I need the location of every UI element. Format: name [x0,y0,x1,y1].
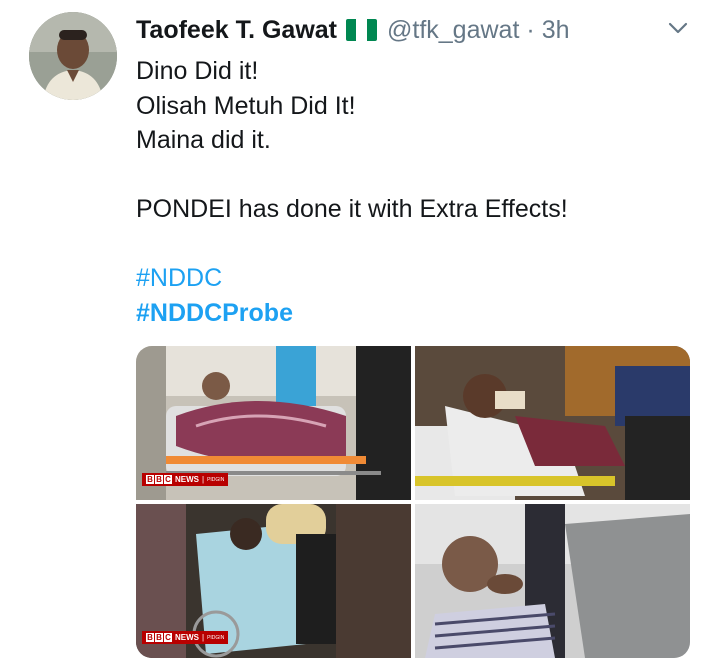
badge-letter: B [155,475,163,484]
bbc-news-badge: B B C NEWS | PIDGIN [142,631,229,644]
badge-news: NEWS [175,475,199,484]
tweet-text: Dino Did it! Olisah Metuh Did It! Maina … [136,54,568,330]
hashtag-link[interactable]: #NDDCProbe [136,296,568,331]
badge-letter: B [146,475,154,484]
tweet-timestamp[interactable]: 3h [542,16,570,45]
badge-sep: | [202,475,205,484]
avatar-image [29,12,117,100]
tweet-line: PONDEI has done it with Extra Effects! [136,195,568,223]
photo-neck-brace-image [415,346,690,500]
badge-letter: C [164,475,172,484]
tweet-line: Olisah Metuh Did It! [136,91,356,120]
tweet-line: Maina did it. [136,126,271,154]
badge-letter: B [146,633,154,642]
badge-news: NEWS [175,633,199,642]
badge-letter: B [155,633,163,642]
hashtag-link[interactable]: #NDDC [136,261,568,296]
badge-letter: C [164,633,172,642]
media-grid: B B C NEWS | PIDGIN B B C NEWS | PIDGIN [136,346,690,658]
media-photo-3[interactable]: B B C NEWS | PIDGIN [136,504,411,658]
author-handle[interactable]: @tfk_gawat [387,16,519,45]
media-photo-1[interactable]: B B C NEWS | PIDGIN [136,346,411,500]
author-name[interactable]: Taofeek T. Gawat [136,16,337,45]
badge-sep: | [202,633,205,642]
separator-dot: · [526,15,535,44]
badge-sub: PIDGIN [207,476,225,483]
tweet-header: Taofeek T. Gawat @tfk_gawat · 3h [136,13,570,47]
nigeria-flag-icon [346,19,377,41]
chevron-down-icon[interactable] [667,20,689,36]
media-photo-2[interactable] [415,346,690,500]
avatar[interactable] [29,12,117,100]
tweet-line: Dino Did it! [136,57,259,85]
photo-collapse-image [415,504,690,658]
bbc-news-badge: B B C NEWS | PIDGIN [142,473,229,486]
media-photo-4[interactable] [415,504,690,658]
badge-sub: PIDGIN [207,634,225,641]
